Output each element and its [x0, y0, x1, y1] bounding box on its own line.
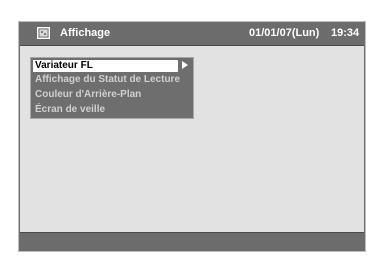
- menu-item-ecran-de-veille[interactable]: Écran de veille: [33, 104, 105, 116]
- tv-menu-screen: Affichage 01/01/07(Lun) 19:34 Variateur …: [0, 0, 382, 278]
- menu-item-label: Affichage du Statut de Lecture: [35, 74, 181, 85]
- right-arrow-icon: [182, 61, 188, 69]
- menu-item-label: Écran de veille: [35, 104, 106, 115]
- time-display: 19:34: [331, 27, 360, 39]
- menu-item-label: Couleur d'Arrière-Plan: [35, 89, 142, 100]
- menu-item-couleur-arriere-plan[interactable]: Couleur d'Arrière-Plan: [33, 89, 141, 101]
- footer-bar: [20, 232, 364, 251]
- menu-item-statut-lecture[interactable]: Affichage du Statut de Lecture: [33, 74, 180, 86]
- menu-item-variateur-fl[interactable]: Variateur FL: [33, 60, 178, 72]
- header-bar: Affichage 01/01/07(Lun) 19:34: [20, 23, 364, 46]
- date-display: 01/01/07(Lun): [249, 27, 320, 39]
- display-settings-icon: [37, 27, 50, 39]
- display-menu: Variateur FL Affichage du Statut de Lect…: [30, 57, 194, 119]
- page-title: Affichage: [60, 27, 111, 39]
- menu-item-label: Variateur FL: [35, 60, 93, 71]
- settings-panel: Affichage 01/01/07(Lun) 19:34 Variateur …: [19, 22, 365, 251]
